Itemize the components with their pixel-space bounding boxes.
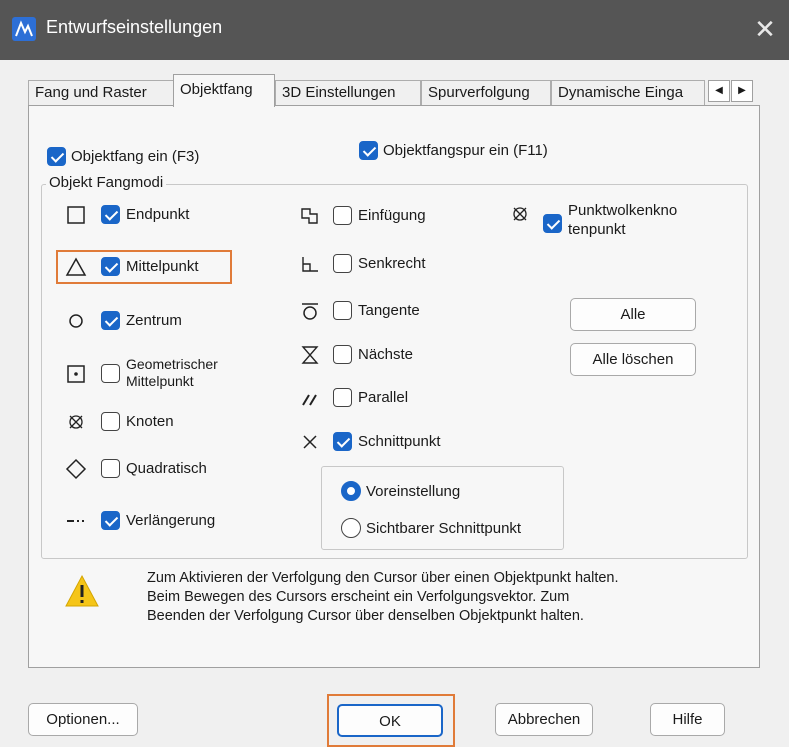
tangent-icon (302, 303, 318, 320)
parallel-icon (302, 394, 317, 406)
perpendicular-checkbox[interactable] (333, 254, 352, 273)
endpoint-square-icon (67, 206, 85, 224)
tangent-label: Tangente (358, 302, 420, 319)
node-icon (69, 415, 83, 429)
default-radio-label: Voreinstellung (366, 483, 461, 500)
node-checkbox[interactable] (101, 412, 120, 431)
osnap-on-checkbox[interactable] (47, 147, 66, 166)
quadrant-checkbox[interactable] (101, 459, 120, 478)
visible-intersection-label: Sichtbarer Schnittpunkt (366, 520, 522, 537)
options-button[interactable]: Optionen... (28, 703, 138, 736)
extension-label: Verlängerung (126, 512, 216, 529)
osnap-tracking-label: Objektfangspur ein (F11) (383, 142, 548, 159)
intersection-icon (303, 435, 317, 449)
node-label: Knoten (126, 413, 174, 430)
pointcloud-label-1: Punktwolkenkno (568, 202, 678, 219)
tab-scroll-left-icon[interactable]: ◀ (708, 80, 730, 102)
geometric-center-icon (67, 365, 85, 383)
extension-icon (67, 520, 84, 522)
midpoint-highlight (56, 250, 232, 284)
perpendicular-label: Senkrecht (358, 255, 426, 272)
title-bar: Entwurfseinstellungen ✕ (0, 0, 789, 60)
center-label: Zentrum (126, 312, 182, 329)
info-line-3: Beenden der Verfolgung Cursor über dense… (147, 608, 584, 624)
osnap-on-label: Objektfang ein (F3) (71, 148, 200, 165)
nearest-checkbox[interactable] (333, 345, 352, 364)
default-radio[interactable] (341, 481, 361, 501)
app-icon (12, 17, 36, 41)
parallel-checkbox[interactable] (333, 388, 352, 407)
tab-object-snap[interactable]: Objektfang (173, 74, 275, 107)
osnap-tracking-checkbox[interactable] (359, 141, 378, 160)
endpoint-checkbox[interactable] (101, 205, 120, 224)
warning-icon (65, 574, 99, 607)
visible-intersection-radio[interactable] (341, 518, 361, 538)
insertion-label: Einfügung (358, 207, 426, 224)
info-line-2: Beim Bewegen des Cursors erscheint ein V… (147, 589, 570, 605)
ok-button[interactable]: OK (337, 704, 443, 737)
window-title: Entwurfseinstellungen (46, 17, 223, 37)
center-circle-icon (69, 314, 83, 328)
tangent-checkbox[interactable] (333, 301, 352, 320)
tab-3d-settings[interactable]: 3D Einstellungen (275, 80, 421, 106)
pointcloud-label-2: tenpunkt (568, 221, 626, 238)
close-button[interactable]: ✕ (748, 12, 782, 46)
help-button[interactable]: Hilfe (650, 703, 725, 736)
tab-dynamic-input[interactable]: Dynamische Einga (551, 80, 705, 106)
quadrant-diamond-icon (65, 458, 87, 480)
pointcloud-node-icon (513, 207, 527, 221)
snap-modes-title: Objekt Fangmodi (46, 174, 167, 191)
pointcloud-checkbox[interactable] (543, 214, 562, 233)
nearest-icon (301, 346, 319, 364)
clear-all-button[interactable]: Alle löschen (570, 343, 696, 376)
parallel-label: Parallel (358, 389, 409, 406)
extension-checkbox[interactable] (101, 511, 120, 530)
object-snap-panel: Objektfang ein (F3) Objektfangspur ein (… (28, 105, 760, 668)
intersection-checkbox[interactable] (333, 432, 352, 451)
quadrant-label: Quadratisch (126, 460, 207, 477)
insertion-icon (301, 208, 318, 224)
geometric-center-checkbox[interactable] (101, 364, 120, 383)
center-checkbox[interactable] (101, 311, 120, 330)
intersection-label: Schnittpunkt (358, 433, 441, 450)
insertion-checkbox[interactable] (333, 206, 352, 225)
nearest-label: Nächste (358, 346, 414, 363)
select-all-button[interactable]: Alle (570, 298, 696, 331)
info-line-1: Zum Aktivieren der Verfolgung den Cursor… (147, 570, 619, 586)
tab-strip: Fang und Raster Objektfang 3D Einstellun… (28, 74, 758, 107)
geometric-center-label-2: Mittelpunkt (126, 373, 194, 389)
tab-scroll-right-icon[interactable]: ▶ (731, 80, 753, 102)
cancel-button[interactable]: Abbrechen (495, 703, 593, 736)
endpoint-label: Endpunkt (126, 206, 190, 223)
tab-snap-grid[interactable]: Fang und Raster (28, 80, 175, 106)
perpendicular-icon (302, 257, 318, 272)
tab-tracking[interactable]: Spurverfolgung (421, 80, 551, 106)
